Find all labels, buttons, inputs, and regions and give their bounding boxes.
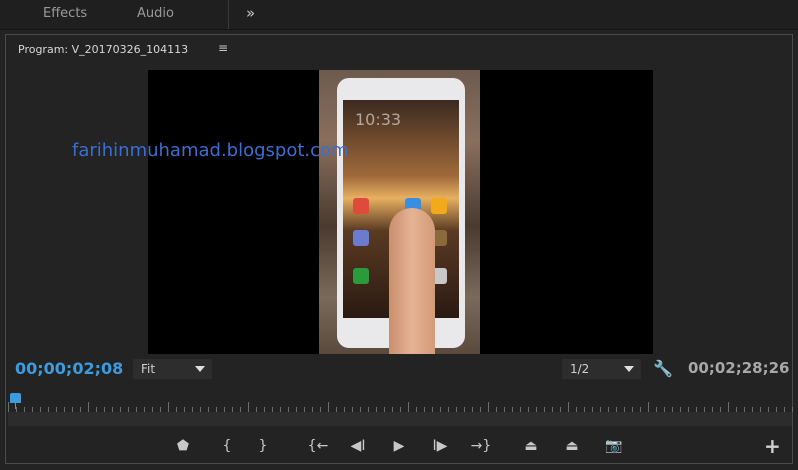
phone-clock: 10:33 [355, 110, 402, 129]
zoom-scrollbar[interactable] [8, 412, 792, 426]
ruler-tick [728, 402, 729, 412]
tab-effects[interactable]: Effects [43, 6, 87, 21]
ruler-tick [792, 407, 793, 412]
overflow-chevron-icon[interactable]: » [246, 4, 255, 22]
go-to-out-button[interactable]: →} [470, 435, 492, 457]
current-timecode[interactable]: 00;00;02;08 [15, 359, 123, 378]
ruler-tick [88, 402, 89, 412]
ruler-tick [488, 402, 489, 412]
lift-button[interactable]: ⏏ [520, 435, 542, 457]
add-marker-button[interactable]: ⬟ [172, 435, 194, 457]
ruler-tick [168, 402, 169, 412]
phone-app-icon [353, 268, 369, 284]
watermark-text: farihinmuhamad.blogspot.com [72, 140, 349, 161]
ruler-tick [328, 402, 329, 412]
resolution-select[interactable]: 1/2 [562, 359, 641, 379]
chevron-down-icon [624, 366, 634, 372]
add-button-editor[interactable]: + [764, 435, 781, 457]
time-ruler[interactable] [8, 396, 793, 413]
ruler-tick [248, 402, 249, 412]
chevron-down-icon [195, 366, 205, 372]
export-frame-button[interactable]: 📷 [603, 435, 625, 457]
resolution-value: 1/2 [570, 362, 590, 376]
extract-button[interactable]: ⏏ [561, 435, 583, 457]
program-viewer[interactable]: 10:33 [148, 70, 653, 354]
zoom-level-select[interactable]: Fit [133, 359, 212, 379]
step-back-button[interactable]: ◀I [347, 435, 369, 457]
app-icon [431, 198, 447, 214]
app-icon [353, 230, 369, 246]
ruler-tick [8, 402, 9, 412]
tab-audio[interactable]: Audio [137, 6, 174, 21]
zoom-level-value: Fit [141, 362, 156, 376]
phone-image: 10:33 [337, 78, 465, 354]
finger-image [389, 208, 435, 354]
ruler-tick [408, 402, 409, 412]
app-icon [353, 198, 369, 214]
panel-menu-icon[interactable]: ≡ [218, 41, 228, 55]
tab-divider [228, 0, 229, 29]
playhead[interactable] [10, 393, 21, 409]
wrench-icon[interactable]: 🔧 [653, 359, 673, 378]
top-tab-bar: Effects Audio » [0, 0, 798, 30]
go-to-in-button[interactable]: {← [307, 435, 329, 457]
video-frame: 10:33 [319, 70, 480, 354]
mark-out-button[interactable]: } [252, 435, 274, 457]
panel-title[interactable]: Program: V_20170326_104113 [18, 43, 188, 56]
ruler-tick [648, 402, 649, 412]
step-forward-button[interactable]: I▶ [429, 435, 451, 457]
play-button[interactable]: ▶ [388, 435, 410, 457]
ruler-tick [568, 402, 569, 412]
mark-in-button[interactable]: { [216, 435, 238, 457]
duration-timecode: 00;02;28;26 [688, 359, 790, 377]
